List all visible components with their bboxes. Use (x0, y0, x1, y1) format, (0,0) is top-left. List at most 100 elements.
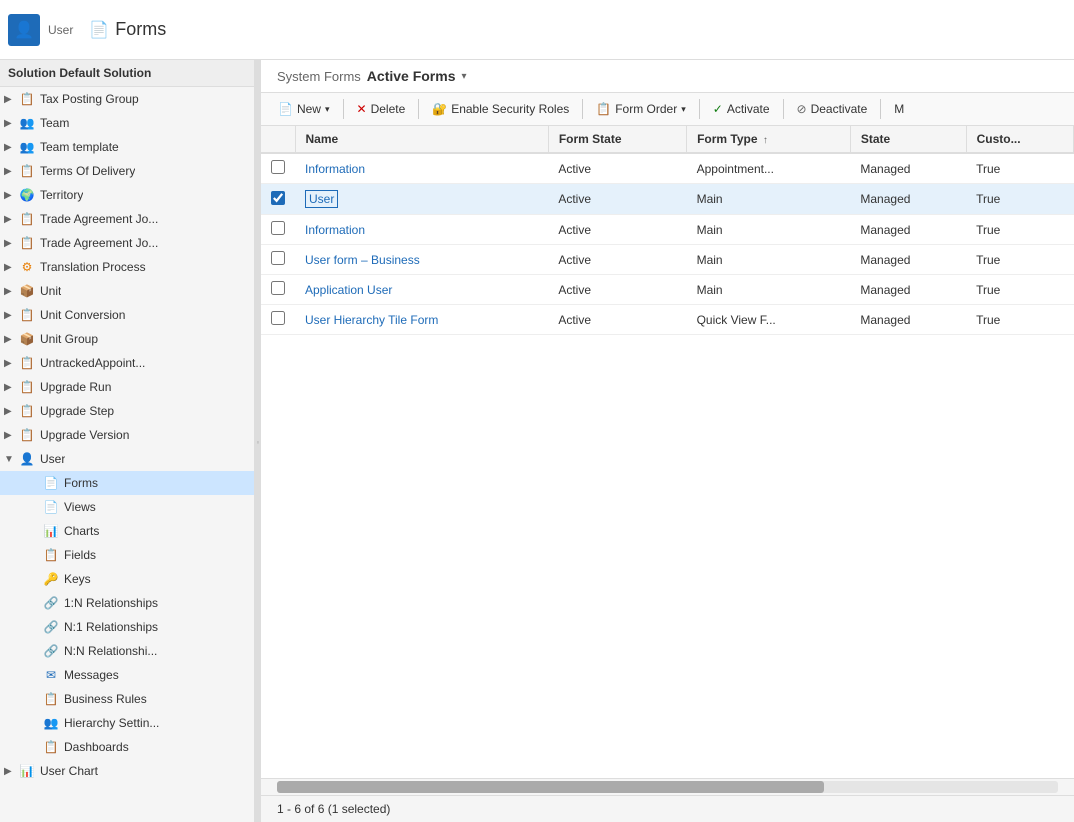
sidebar-item-fields[interactable]: 📋 Fields (0, 543, 254, 567)
row-customizable: True (966, 153, 1073, 184)
form-link[interactable]: Application User (305, 283, 392, 297)
expand-icon (28, 526, 42, 537)
form-link[interactable]: User Hierarchy Tile Form (305, 313, 438, 327)
expand-icon (28, 598, 42, 609)
sidebar-item-dashboards[interactable]: 📋 Dashboards (0, 735, 254, 759)
expand-icon: ▶ (4, 118, 18, 129)
sidebar-item-keys[interactable]: 🔑 Keys (0, 567, 254, 591)
sidebar-item-1n-relationships[interactable]: 🔗 1:N Relationships (0, 591, 254, 615)
row-state: Managed (850, 305, 966, 335)
upgrade-run-icon: 📋 (18, 378, 36, 396)
table-row[interactable]: Information Active Main Managed True (261, 215, 1074, 245)
sidebar-item-territory[interactable]: ▶ 🌍 Territory (0, 183, 254, 207)
delete-button[interactable]: ✕ Delete (348, 97, 415, 121)
expand-icon: ▶ (4, 262, 18, 273)
sidebar-scroll[interactable]: ▶ 📋 Tax Posting Group ▶ 👥 Team ▶ 👥 Team … (0, 87, 254, 822)
sidebar-item-trade-agreement-1[interactable]: ▶ 📋 Trade Agreement Jo... (0, 207, 254, 231)
form-link[interactable]: User (305, 190, 338, 208)
row-name[interactable]: Information (295, 153, 548, 184)
sidebar-item-unit-conversion[interactable]: ▶ 📋 Unit Conversion (0, 303, 254, 327)
form-order-label: Form Order (615, 102, 677, 116)
toolbar-sep-2 (418, 99, 419, 119)
more-button[interactable]: M (885, 97, 913, 121)
new-label: New (297, 102, 321, 116)
enable-security-button[interactable]: 🔐 Enable Security Roles (423, 97, 578, 121)
sidebar-item-untracked[interactable]: ▶ 📋 UntrackedAppoint... (0, 351, 254, 375)
views-icon: 📄 (42, 498, 60, 516)
row-name[interactable]: Application User (295, 275, 548, 305)
sidebar-item-unit[interactable]: ▶ 📦 Unit (0, 279, 254, 303)
row-form-type: Main (687, 275, 851, 305)
sidebar-item-unit-group[interactable]: ▶ 📦 Unit Group (0, 327, 254, 351)
team-template-icon: 👥 (18, 138, 36, 156)
form-link[interactable]: Information (305, 223, 365, 237)
table-row[interactable]: Information Active Appointment... Manage… (261, 153, 1074, 184)
sidebar-item-tax-posting-group[interactable]: ▶ 📋 Tax Posting Group (0, 87, 254, 111)
expand-icon (28, 502, 42, 513)
sidebar-item-translation-process[interactable]: ▶ ⚙ Translation Process (0, 255, 254, 279)
table-row[interactable]: User Active Main Managed True (261, 184, 1074, 215)
expand-icon (28, 478, 42, 489)
sidebar-item-forms[interactable]: 📄 Forms (0, 471, 254, 495)
row-checkbox[interactable] (271, 251, 285, 265)
sidebar-item-team[interactable]: ▶ 👥 Team (0, 111, 254, 135)
table-row[interactable]: User Hierarchy Tile Form Active Quick Vi… (261, 305, 1074, 335)
sidebar-item-user-chart[interactable]: ▶ 📊 User Chart (0, 759, 254, 783)
delete-icon: ✕ (357, 102, 367, 116)
col-state[interactable]: State (850, 126, 966, 153)
form-link[interactable]: Information (305, 162, 365, 176)
sidebar-item-trade-agreement-2[interactable]: ▶ 📋 Trade Agreement Jo... (0, 231, 254, 255)
sidebar-item-terms-of-delivery[interactable]: ▶ 📋 Terms Of Delivery (0, 159, 254, 183)
app-header: 👤 User 📄 Forms (0, 0, 1074, 60)
sidebar-item-upgrade-version[interactable]: ▶ 📋 Upgrade Version (0, 423, 254, 447)
row-checkbox-cell (261, 245, 295, 275)
col-form-state[interactable]: Form State (548, 126, 686, 153)
sidebar-item-views[interactable]: 📄 Views (0, 495, 254, 519)
col-checkbox (261, 126, 295, 153)
sidebar-item-messages[interactable]: ✉ Messages (0, 663, 254, 687)
sidebar-item-user[interactable]: ▼ 👤 User (0, 447, 254, 471)
sidebar-item-business-rules[interactable]: 📋 Business Rules (0, 687, 254, 711)
row-name[interactable]: User form – Business (295, 245, 548, 275)
table-row[interactable]: Application User Active Main Managed Tru… (261, 275, 1074, 305)
row-name[interactable]: Information (295, 215, 548, 245)
table-row[interactable]: User form – Business Active Main Managed… (261, 245, 1074, 275)
sidebar-item-team-template[interactable]: ▶ 👥 Team template (0, 135, 254, 159)
row-checkbox[interactable] (271, 311, 285, 325)
activate-button[interactable]: ✓ Activate (704, 97, 779, 121)
forms-table: Name Form State Form Type ↑ State Custo.… (261, 126, 1074, 335)
form-order-button[interactable]: 📋 Form Order ▾ (587, 97, 695, 121)
table-header-row: Name Form State Form Type ↑ State Custo.… (261, 126, 1074, 153)
col-name[interactable]: Name (295, 126, 548, 153)
sidebar-item-nn-relationships[interactable]: 🔗 N:N Relationshi... (0, 639, 254, 663)
table-container[interactable]: Name Form State Form Type ↑ State Custo.… (261, 126, 1074, 778)
toolbar: 📄 New ▾ ✕ Delete 🔐 Enable Security Roles… (261, 93, 1074, 126)
col-customizable[interactable]: Custo... (966, 126, 1073, 153)
row-checkbox[interactable] (271, 221, 285, 235)
row-form-state: Active (548, 215, 686, 245)
main-content: System Forms Active Forms ▾ 📄 New ▾ ✕ De… (261, 60, 1074, 822)
form-order-arrow[interactable]: ▾ (681, 104, 686, 115)
row-checkbox[interactable] (271, 281, 285, 295)
new-button[interactable]: 📄 New ▾ (269, 97, 339, 121)
new-dropdown-arrow[interactable]: ▾ (325, 104, 330, 115)
active-forms-dropdown[interactable]: ▾ (462, 71, 467, 82)
trade-agreement-2-icon: 📋 (18, 234, 36, 252)
sidebar-item-n1-relationships[interactable]: 🔗 N:1 Relationships (0, 615, 254, 639)
terms-icon: 📋 (18, 162, 36, 180)
sidebar-item-upgrade-run[interactable]: ▶ 📋 Upgrade Run (0, 375, 254, 399)
sidebar-item-hierarchy-settings[interactable]: 👥 Hierarchy Settin... (0, 711, 254, 735)
unit-icon: 📦 (18, 282, 36, 300)
row-checkbox[interactable] (271, 160, 285, 174)
sidebar-item-charts[interactable]: 📊 Charts (0, 519, 254, 543)
h-scrollbar-track[interactable] (277, 781, 1058, 793)
form-link[interactable]: User form – Business (305, 253, 420, 267)
col-form-type[interactable]: Form Type ↑ (687, 126, 851, 153)
h-scrollbar-thumb[interactable] (277, 781, 824, 793)
row-name[interactable]: User Hierarchy Tile Form (295, 305, 548, 335)
row-checkbox[interactable] (271, 191, 285, 205)
row-name[interactable]: User (295, 184, 548, 215)
row-checkbox-cell (261, 184, 295, 215)
deactivate-button[interactable]: ⊘ Deactivate (788, 97, 877, 121)
sidebar-item-upgrade-step[interactable]: ▶ 📋 Upgrade Step (0, 399, 254, 423)
